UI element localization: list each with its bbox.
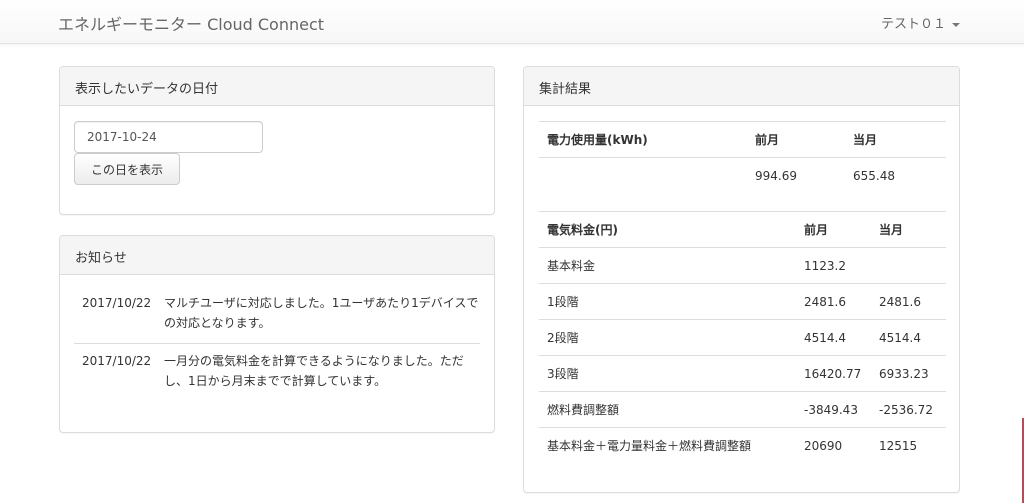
news-item: 2017/10/22 一月分の電気料金を計算できるようになりました。ただし、1日…	[74, 342, 480, 393]
table-cell: 994.69	[747, 157, 845, 194]
table-header-row: 電力使用量(kWh) 前月 当月	[539, 121, 946, 158]
table-row: 1段階 2481.6 2481.6	[539, 283, 946, 320]
result-panel: 集計結果 電力使用量(kWh) 前月 当月 994.69 655.48 電気料金…	[523, 66, 960, 493]
electricity-fee-table: 電気料金(円) 前月 当月 基本料金 1123.2 1段階 2481.6 248…	[539, 211, 946, 464]
table-header: 当月	[845, 121, 946, 158]
table-cell: 2481.6	[796, 283, 871, 320]
show-date-button[interactable]: この日を表示	[74, 153, 180, 185]
table-cell: 2481.6	[871, 283, 946, 320]
news-item: 2017/10/22 マルチユーザに対応しました。1ユーザあたり1デバイスでの対…	[74, 293, 480, 343]
table-cell: 12515	[871, 427, 946, 464]
news-text: マルチユーザに対応しました。1ユーザあたり1デバイスでの対応となります。	[164, 296, 479, 330]
date-input[interactable]	[74, 121, 263, 153]
table-row: 3段階 16420.77 6933.23	[539, 355, 946, 392]
news-text: 一月分の電気料金を計算できるようになりました。ただし、1日から月末までで計算して…	[164, 342, 480, 393]
table-row: 2段階 4514.4 4514.4	[539, 319, 946, 356]
table-cell: 4514.4	[871, 319, 946, 356]
table-cell: 1123.2	[796, 247, 871, 284]
table-cell: 16420.77	[796, 355, 871, 392]
table-cell	[539, 157, 747, 194]
table-header: 電力使用量(kWh)	[539, 121, 747, 158]
date-panel-title: 表示したいデータの日付	[60, 67, 494, 106]
news-date: 2017/10/22	[74, 342, 164, 393]
news-panel: お知らせ 2017/10/22 マルチユーザに対応しました。1ユーザあたり1デバ…	[59, 235, 495, 433]
table-cell	[871, 247, 946, 284]
table-header: 前月	[796, 211, 871, 248]
news-table: 2017/10/22 マルチユーザに対応しました。1ユーザあたり1デバイスでの対…	[74, 293, 480, 393]
user-name: テスト０１	[880, 17, 946, 32]
table-row: 基本料金 1123.2	[539, 247, 946, 284]
table-row: 994.69 655.48	[539, 157, 946, 194]
table-cell: 655.48	[845, 157, 946, 194]
news-date: 2017/10/22	[82, 296, 152, 310]
news-panel-title: お知らせ	[60, 236, 494, 275]
table-cell: -3849.43	[796, 391, 871, 428]
table-header: 当月	[871, 211, 946, 248]
table-header: 電気料金(円)	[539, 211, 796, 248]
table-cell: 基本料金＋電力量料金＋燃料費調整額	[539, 427, 796, 464]
table-header-row: 電気料金(円) 前月 当月	[539, 211, 946, 248]
user-menu[interactable]: テスト０１	[881, 13, 960, 32]
navbar: エネルギーモニター Cloud Connect テスト０１	[0, 0, 1024, 44]
table-row: 燃料費調整額 -3849.43 -2536.72	[539, 391, 946, 428]
caret-down-icon	[952, 22, 960, 27]
table-cell: 4514.4	[796, 319, 871, 356]
table-cell: 2段階	[539, 319, 796, 356]
result-panel-title: 集計結果	[524, 67, 959, 106]
table-header: 前月	[747, 121, 845, 158]
brand-title[interactable]: エネルギーモニター Cloud Connect	[58, 11, 324, 35]
table-cell: 基本料金	[539, 247, 796, 284]
table-cell: 1段階	[539, 283, 796, 320]
table-cell: 20690	[796, 427, 871, 464]
power-usage-table: 電力使用量(kWh) 前月 当月 994.69 655.48	[539, 121, 946, 194]
table-cell: -2536.72	[871, 391, 946, 428]
table-cell: 6933.23	[871, 355, 946, 392]
table-cell: 3段階	[539, 355, 796, 392]
table-row: 基本料金＋電力量料金＋燃料費調整額 20690 12515	[539, 427, 946, 464]
table-cell: 燃料費調整額	[539, 391, 796, 428]
date-panel: 表示したいデータの日付 この日を表示	[59, 66, 495, 215]
